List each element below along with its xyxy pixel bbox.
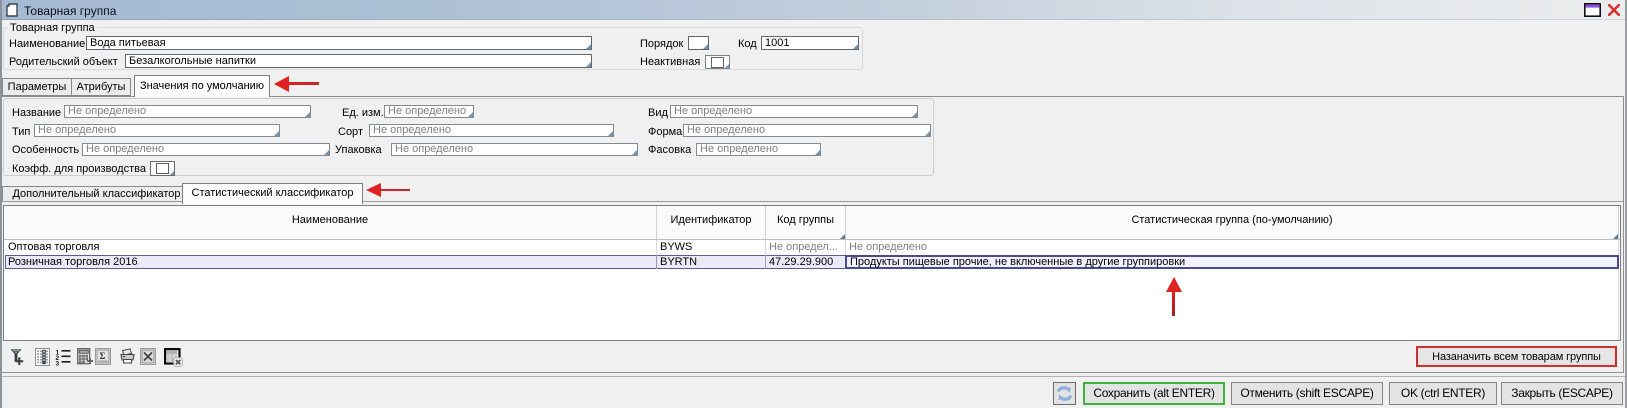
svg-text:Σ: Σ <box>100 351 106 361</box>
svg-text:3: 3 <box>56 361 60 367</box>
